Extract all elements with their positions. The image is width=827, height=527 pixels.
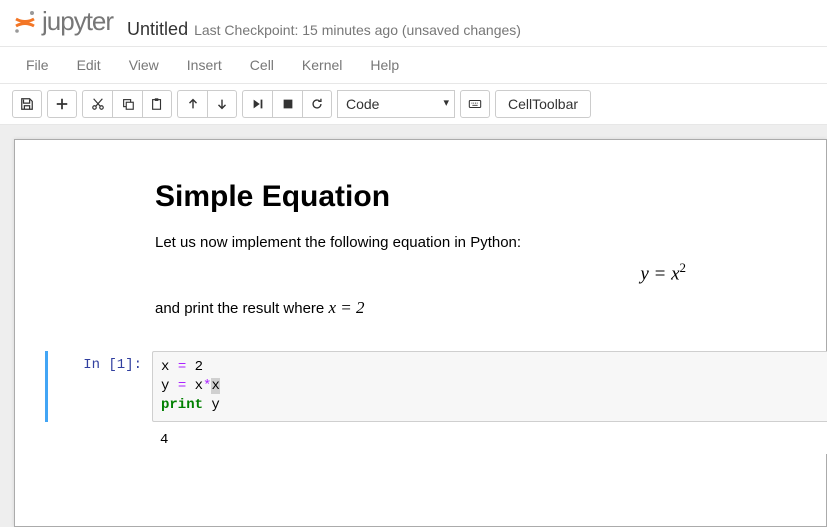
- input-prompt: In [1]:: [52, 351, 152, 422]
- keyboard-icon: [468, 97, 482, 111]
- toolbar: Code CellToolbar: [0, 84, 827, 125]
- run-button[interactable]: [242, 90, 272, 118]
- code-input[interactable]: x = 2 y = x*x print y: [152, 351, 827, 422]
- menu-kernel[interactable]: Kernel: [288, 47, 356, 83]
- refresh-icon: [310, 97, 324, 111]
- menubar: File Edit View Insert Cell Kernel Help: [0, 46, 827, 84]
- celltype-select[interactable]: Code: [337, 90, 455, 118]
- arrow-down-icon: [215, 97, 229, 111]
- copy-icon: [121, 97, 135, 111]
- cut-button[interactable]: [82, 90, 112, 118]
- move-up-button[interactable]: [177, 90, 207, 118]
- arrow-up-icon: [186, 97, 200, 111]
- paste-icon: [150, 97, 164, 111]
- restart-button[interactable]: [302, 90, 332, 118]
- markdown-cell[interactable]: Simple Equation Let us now implement the…: [155, 180, 686, 321]
- paste-button[interactable]: [142, 90, 172, 118]
- paragraph-2: and print the result where x = 2: [155, 295, 686, 321]
- menu-view[interactable]: View: [115, 47, 173, 83]
- notebook[interactable]: Simple Equation Let us now implement the…: [14, 139, 827, 527]
- celltoolbar-button[interactable]: CellToolbar: [495, 90, 591, 118]
- command-palette-button[interactable]: [460, 90, 490, 118]
- checkpoint-text: Last Checkpoint: 15 minutes ago (unsaved…: [194, 22, 521, 38]
- equation-display: y = x2: [155, 260, 686, 285]
- insert-cell-button[interactable]: [47, 90, 77, 118]
- notebook-title[interactable]: Untitled: [127, 19, 188, 40]
- menu-file[interactable]: File: [12, 47, 63, 83]
- interrupt-button[interactable]: [272, 90, 302, 118]
- output-content: 4: [152, 422, 827, 454]
- output-area: 4: [45, 422, 827, 454]
- heading: Simple Equation: [155, 180, 686, 214]
- menu-cell[interactable]: Cell: [236, 47, 288, 83]
- notebook-container: Simple Equation Let us now implement the…: [0, 125, 827, 527]
- save-icon: [20, 97, 34, 111]
- menu-insert[interactable]: Insert: [173, 47, 236, 83]
- jupyter-logo[interactable]: jupyter: [12, 6, 113, 37]
- copy-button[interactable]: [112, 90, 142, 118]
- logo-text: jupyter: [42, 6, 113, 37]
- move-down-button[interactable]: [207, 90, 237, 118]
- menu-help[interactable]: Help: [356, 47, 413, 83]
- save-button[interactable]: [12, 90, 42, 118]
- step-forward-icon: [251, 97, 265, 111]
- stop-icon: [281, 97, 295, 111]
- code-cell[interactable]: In [1]: x = 2 y = x*x print y: [45, 351, 827, 422]
- plus-icon: [55, 97, 69, 111]
- jupyter-planet-icon: [12, 9, 38, 35]
- scissors-icon: [91, 97, 105, 111]
- paragraph-1: Let us now implement the following equat…: [155, 232, 686, 255]
- menu-edit[interactable]: Edit: [63, 47, 115, 83]
- header: jupyter Untitled Last Checkpoint: 15 min…: [0, 0, 827, 46]
